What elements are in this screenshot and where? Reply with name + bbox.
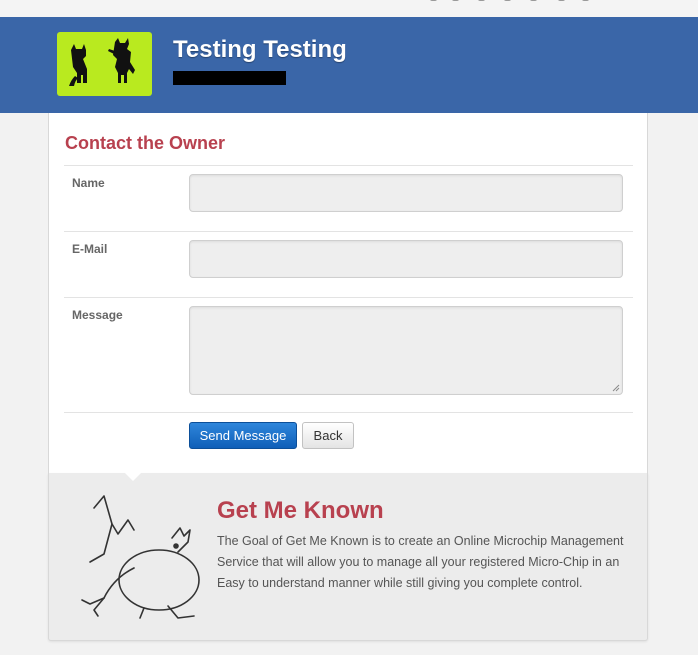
site-header: Testing Testing (0, 17, 698, 113)
email-label: E-Mail (72, 242, 108, 256)
redacted-subtitle (173, 71, 286, 85)
dancing-dog-sketch-icon (81, 495, 200, 619)
contact-title: Contact the Owner (65, 133, 226, 153)
email-input[interactable] (189, 240, 623, 278)
browser-top-strip (0, 0, 698, 17)
send-message-button[interactable]: Send Message (189, 422, 297, 449)
back-button[interactable]: Back (302, 422, 354, 449)
form-divider (64, 231, 633, 232)
cropped-text-fragment (430, 0, 590, 2)
form-divider (64, 412, 633, 413)
message-label: Message (72, 308, 123, 322)
dog-silhouettes-icon (69, 38, 135, 86)
message-textarea[interactable] (189, 306, 623, 395)
resize-handle-icon[interactable] (612, 384, 620, 392)
form-divider (64, 165, 633, 166)
contact-card: Contact the Owner Name E-Mail Message Se… (48, 113, 648, 473)
site-logo[interactable] (57, 32, 152, 96)
name-label: Name (72, 176, 105, 190)
promo-panel: Get Me Known The Goal of Get Me Known is… (48, 472, 648, 641)
promo-title: Get Me Known (217, 497, 384, 524)
panel-notch (124, 472, 142, 481)
promo-description: The Goal of Get Me Known is to create an… (217, 534, 624, 590)
site-title: Testing Testing (173, 36, 347, 63)
name-input[interactable] (189, 174, 623, 212)
form-divider (64, 297, 633, 298)
